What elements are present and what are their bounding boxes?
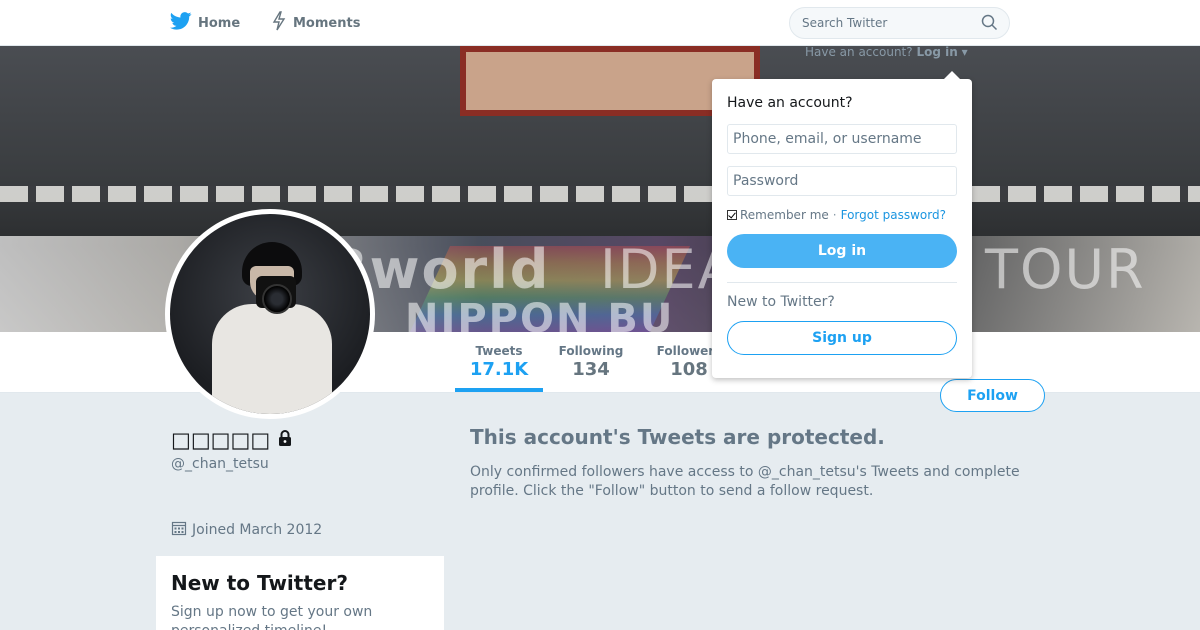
nav-moments-label: Moments <box>293 15 361 31</box>
forgot-password-link[interactable]: Forgot password? <box>841 208 946 222</box>
stat-tweets[interactable]: Tweets 17.1K <box>455 332 543 392</box>
calendar-icon <box>171 520 187 540</box>
signup-card: New to Twitter? Sign up now to get your … <box>156 556 444 630</box>
login-button[interactable]: Log in <box>727 234 957 268</box>
nav-home[interactable]: Home <box>169 0 241 46</box>
avatar[interactable] <box>165 209 375 419</box>
protected-body: Only confirmed followers have access to … <box>470 464 1020 499</box>
stat-following[interactable]: Following 134 <box>552 332 630 392</box>
login-dropdown-heading: Have an account? <box>727 95 853 111</box>
lightning-icon <box>271 11 287 35</box>
remember-checkbox[interactable] <box>727 210 737 220</box>
remember-label[interactable]: Remember me <box>740 208 829 222</box>
stat-tweets-value: 17.1K <box>469 359 529 380</box>
avatar-photo <box>170 214 370 414</box>
profile-joined-text: Joined March 2012 <box>192 522 323 538</box>
nav-moments[interactable]: Moments <box>271 0 360 46</box>
stat-tweets-label: Tweets <box>475 344 523 358</box>
dropdown-new-heading: New to Twitter? <box>727 294 835 310</box>
profile-fullname-text: □□□□□ <box>171 428 271 452</box>
remember-separator: · <box>832 208 837 222</box>
search-input[interactable] <box>789 7 1010 39</box>
follow-button[interactable]: Follow <box>940 379 1045 412</box>
signup-card-title: New to Twitter? <box>171 571 348 595</box>
banner-text-bottom: NIPPON BU <box>405 296 675 332</box>
caret-down-icon: ▾ <box>961 45 968 59</box>
banner-text-right: TOUR <box>985 238 1146 301</box>
username-field[interactable] <box>727 124 957 154</box>
signup-card-text: Sign up now to get your own personalized… <box>171 604 373 630</box>
dropdown-divider <box>727 282 957 283</box>
profile-joined: Joined March 2012 <box>171 520 322 540</box>
login-toggle-prefix: Have an account? <box>805 45 913 59</box>
search-icon[interactable] <box>981 14 998 35</box>
stat-following-label: Following <box>558 344 624 358</box>
profile-fullname[interactable]: □□□□□ <box>171 428 294 452</box>
login-toggle-action: Log in <box>916 45 958 59</box>
twitter-bird-icon <box>169 12 192 34</box>
remember-row: Remember me · Forgot password? <box>727 208 957 222</box>
lock-icon <box>276 428 294 452</box>
login-toggle[interactable]: Have an account? Log in ▾ <box>805 45 968 59</box>
banner-lights <box>0 186 1200 202</box>
profile-screen-name[interactable]: @_chan_tetsu <box>171 456 269 472</box>
nav-home-label: Home <box>198 15 241 31</box>
stat-following-value: 134 <box>572 359 610 380</box>
login-dropdown: Have an account? Remember me · Forgot pa… <box>712 71 972 378</box>
password-field[interactable] <box>727 166 957 196</box>
protected-title: This account's Tweets are protected. <box>470 425 885 449</box>
signup-button[interactable]: Sign up <box>727 321 957 355</box>
